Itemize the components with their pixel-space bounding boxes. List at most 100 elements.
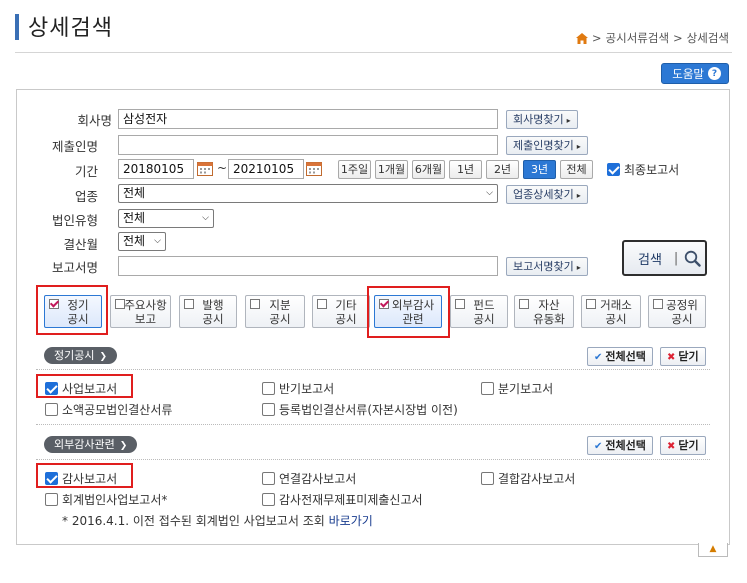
category-major-issues[interactable]: 주요사항 보고 [110,295,171,328]
close-regular-button[interactable]: ✖ 닫기 [660,347,706,366]
search-button-separator: | [673,250,679,266]
fiscal-month-select[interactable]: 전체 ⌵ [118,232,166,251]
find-submitter-button[interactable]: 제출인명찾기 ▸ [506,136,588,155]
close-label: 닫기 [678,350,699,363]
footnote: * 2016.4.1. 이전 접수된 회계법인 사업보고서 조회 바로가기 [62,512,373,529]
end-date-input[interactable]: 20210105 [228,159,304,179]
help-button[interactable]: 도움말 ? [661,63,729,84]
breadcrumb-sep: > [673,31,683,45]
pre-audit-fs-label: 감사전재무제표미제출신고서 [279,493,423,507]
submitter-input[interactable] [118,135,498,155]
calendar-icon[interactable] [197,161,213,176]
check-icon: ✔ [594,441,603,452]
category-label-line2: 공시 [605,312,627,326]
find-submitter-label: 제출인명찾기 [513,139,574,152]
period-1week-button[interactable]: 1주일 [338,160,371,179]
category-issuance[interactable]: 발행 공시 [179,295,237,328]
fiscal-month-select-value: 전체 [123,234,146,248]
category-ftc[interactable]: 공정위 공시 [648,295,706,328]
accounting-firm-report-label: 회계법인사업보고서* [62,493,168,507]
highlight-box [36,374,133,398]
chevron-right-icon: ▸ [566,116,571,125]
category-label-line2: 공시 [335,312,357,326]
chevron-down-icon: ⌵ [486,188,493,198]
final-report-label: 최종보고서 [624,163,680,177]
category-checkbox [250,299,260,309]
close-audit-button[interactable]: ✖ 닫기 [660,436,706,455]
footnote-text: * 2016.4.1. 이전 접수된 회계법인 사업보고서 조회 [62,514,325,528]
category-fund[interactable]: 펀드 공시 [450,295,508,328]
magnifier-icon [685,250,702,267]
chevron-right-icon: ▸ [576,191,581,200]
period-6month-button[interactable]: 6개월 [412,160,445,179]
find-report-name-button[interactable]: 보고서명찾기 ▸ [506,257,588,276]
breadcrumb-item-disclosure-search[interactable]: 공시서류검색 [606,30,669,46]
breadcrumb-sep: > [591,31,602,45]
highlight-box [36,463,133,488]
question-icon: ? [708,67,721,80]
category-label-line2: 공시 [473,312,495,326]
final-report-checkbox[interactable] [607,163,620,176]
report-name-input[interactable] [118,256,498,276]
start-date-input[interactable]: 20180105 [118,159,194,179]
category-checkbox [115,299,125,309]
category-checkbox [317,299,327,309]
combined-audit-label: 결합감사보고서 [498,472,576,486]
company-input[interactable]: 삼성전자 [118,109,498,129]
small-offering-label: 소액공모법인결산서류 [62,403,173,417]
find-company-label: 회사명찾기 [513,113,564,126]
accounting-firm-report-checkbox[interactable] [45,493,58,506]
industry-select[interactable]: 전체 ⌵ [118,184,498,203]
home-icon[interactable] [575,32,588,44]
period-3year-button[interactable]: 3년 [523,160,556,179]
check-icon: ✔ [594,352,603,363]
highlight-box [367,286,450,338]
consolidated-audit-label: 연결감사보고서 [279,472,357,486]
select-all-audit-button[interactable]: ✔ 전체선택 [587,436,653,455]
category-label-line2: 공시 [202,312,224,326]
period-1month-button[interactable]: 1개월 [375,160,408,179]
consolidated-audit-checkbox[interactable] [262,472,275,485]
registered-corp-checkbox[interactable] [262,403,275,416]
section-divider [36,424,710,425]
category-checkbox [184,299,194,309]
search-button[interactable]: 검색 | [622,240,707,276]
category-label-line2: 공시 [671,312,693,326]
scroll-top-button[interactable]: ▲ [698,543,728,557]
help-button-label: 도움말 [672,66,704,81]
company-label: 회사명 [77,113,112,128]
section-divider [36,369,710,370]
select-all-regular-button[interactable]: ✔ 전체선택 [587,347,653,366]
semiannual-report-checkbox[interactable] [262,382,275,395]
title-accent-bar [15,14,19,40]
small-offering-checkbox[interactable] [45,403,58,416]
pre-audit-fs-checkbox[interactable] [262,493,275,506]
chevron-up-icon: ▲ [709,544,717,554]
registered-corp-label: 등록법인결산서류(자본시장법 이전) [279,403,458,417]
industry-label: 업종 [74,189,98,204]
go-link[interactable]: 바로가기 [329,514,373,528]
period-1year-button[interactable]: 1년 [449,160,482,179]
category-label-line2: 유동화 [533,312,565,326]
quarterly-report-checkbox[interactable] [481,382,494,395]
submitter-label: 제출인명 [51,139,98,154]
calendar-icon[interactable] [306,161,322,176]
period-all-button[interactable]: 전체 [560,160,593,179]
highlight-box [36,285,108,335]
period-2year-button[interactable]: 2년 [486,160,519,179]
category-asset-securitization[interactable]: 자산 유동화 [514,295,574,328]
category-label-line2: 공시 [269,312,291,326]
breadcrumb: > 공시서류검색 > 상세검색 [575,30,729,46]
combined-audit-checkbox[interactable] [481,472,494,485]
category-exchange[interactable]: 거래소 공시 [581,295,641,328]
find-industry-button[interactable]: 업종상세찾기 ▸ [506,185,588,204]
category-equity[interactable]: 지분 공시 [245,295,305,328]
section-tag-label: 정기공시 [54,349,95,362]
section-tag-audit[interactable]: 외부감사관련 ❯ [44,436,138,453]
chevron-down-icon: ⌵ [202,213,209,223]
find-company-button[interactable]: 회사명찾기 ▸ [506,110,578,129]
date-separator: ~ [217,161,228,175]
corp-type-select[interactable]: 전체 ⌵ [118,209,214,228]
category-other[interactable]: 기타 공시 [312,295,370,328]
section-tag-regular[interactable]: 정기공시 ❯ [44,347,118,364]
